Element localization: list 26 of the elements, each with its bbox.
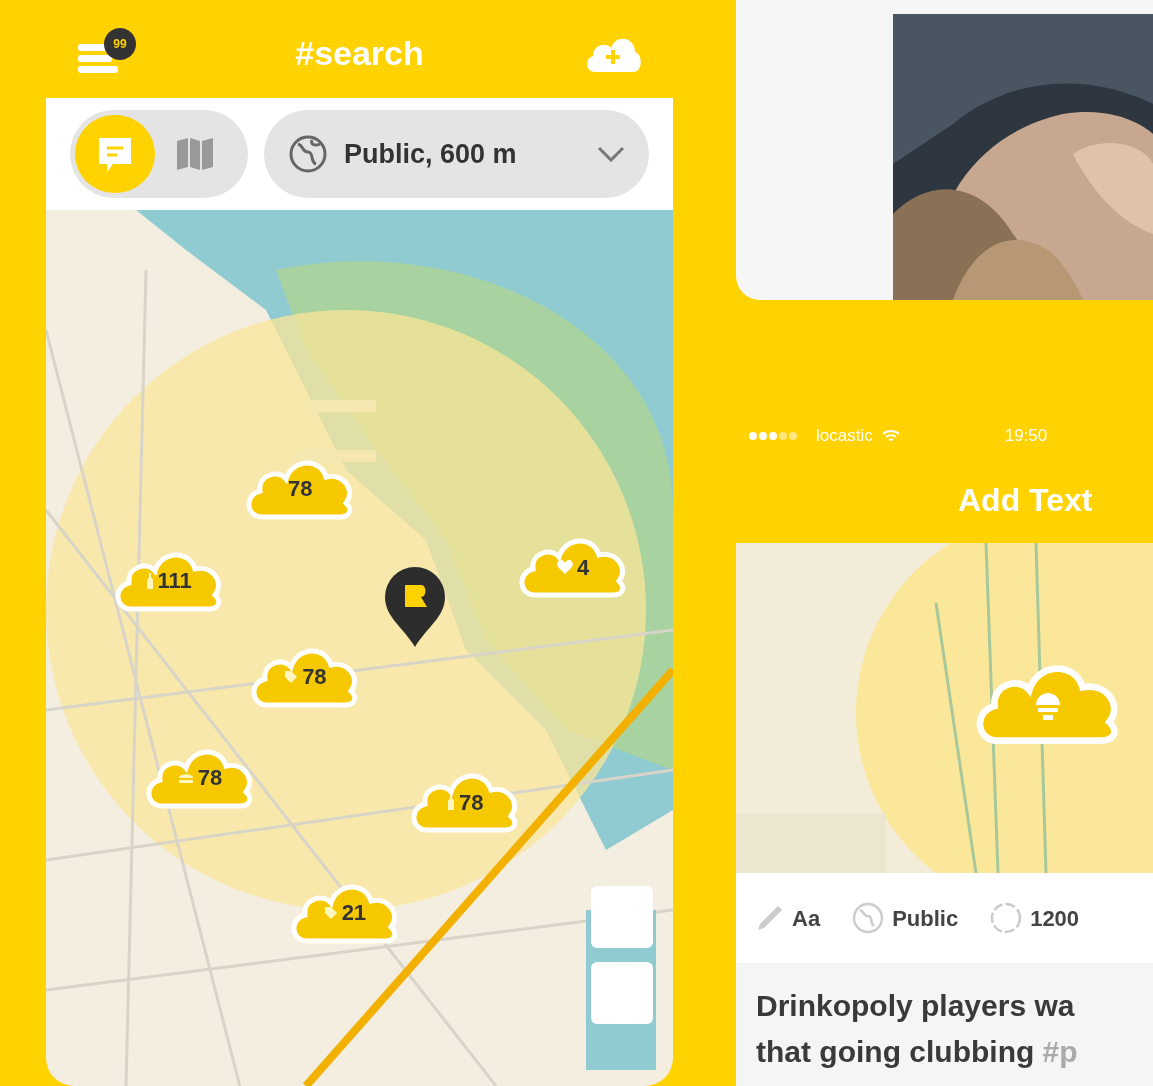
carrier-name: locastic bbox=[816, 425, 873, 448]
post-text-line: that going clubbing #p bbox=[756, 1034, 1079, 1070]
radius-button[interactable]: 1200 bbox=[990, 901, 1080, 935]
tag-icon bbox=[284, 669, 299, 684]
tag-icon bbox=[323, 905, 338, 920]
map-control-button[interactable] bbox=[591, 962, 653, 1024]
status-time: 19:50 bbox=[1004, 425, 1048, 448]
screen-title: Add Text bbox=[958, 481, 1093, 520]
bottle-icon bbox=[145, 572, 154, 589]
chevron-down-icon bbox=[597, 146, 625, 162]
pencil-icon bbox=[756, 904, 784, 932]
screen-title: #search bbox=[295, 32, 424, 74]
burger-icon bbox=[177, 771, 194, 784]
location-pin-icon bbox=[383, 565, 447, 647]
list-view-tab[interactable] bbox=[75, 115, 155, 193]
bottle-icon bbox=[447, 794, 455, 811]
wifi-icon bbox=[880, 428, 901, 444]
notification-badge: 99 bbox=[104, 28, 136, 60]
text-style-button[interactable]: Aa bbox=[756, 901, 821, 935]
map-control-button[interactable] bbox=[591, 886, 653, 948]
filter-dropdown[interactable]: Public, 600 m bbox=[264, 110, 649, 198]
post-text-line: Drinkopoly players wa bbox=[756, 988, 1076, 1024]
visibility-button[interactable]: Public bbox=[852, 901, 959, 935]
circle-icon bbox=[990, 902, 1023, 934]
map-icon bbox=[176, 137, 214, 171]
heart-icon bbox=[557, 560, 573, 575]
